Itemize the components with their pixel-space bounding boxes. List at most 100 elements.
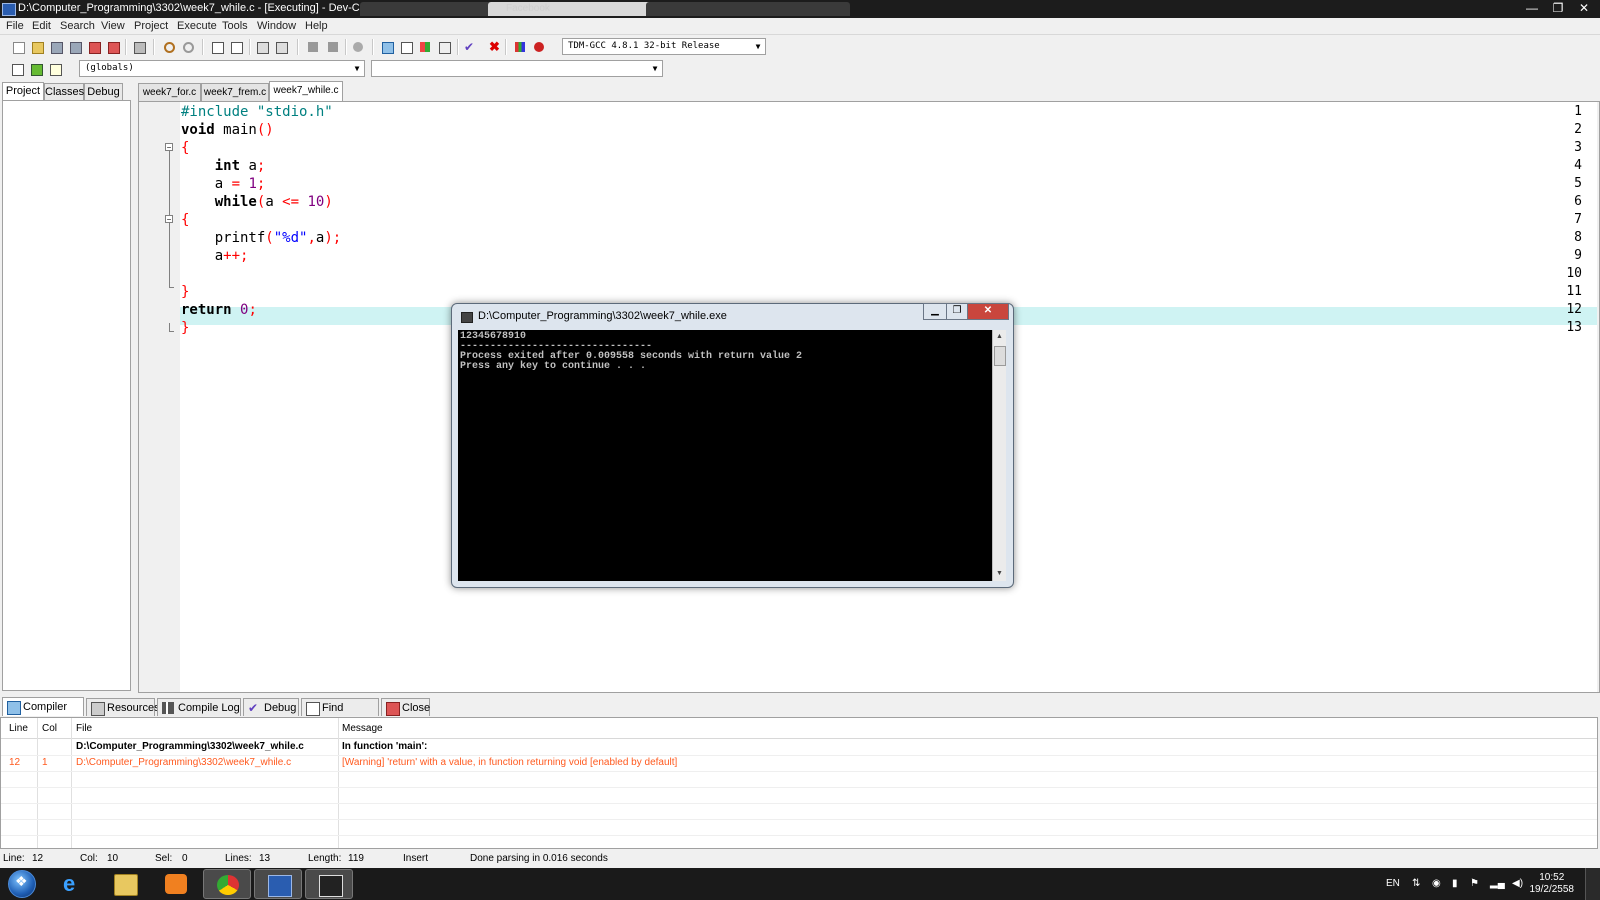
start-button[interactable] <box>3 869 41 899</box>
menu-window[interactable]: Window <box>257 20 296 32</box>
taskbar-media-player[interactable] <box>152 869 200 899</box>
next-icon[interactable] <box>325 39 341 54</box>
close-button[interactable]: ✕ <box>1572 0 1596 16</box>
tab-close[interactable]: Close <box>381 698 430 716</box>
menu-tools[interactable]: Tools <box>222 20 248 32</box>
redo-icon[interactable] <box>180 39 196 54</box>
print-icon[interactable] <box>131 39 147 54</box>
language-indicator[interactable]: EN <box>1386 878 1400 889</box>
stop-execution-icon[interactable]: ✖ <box>486 39 502 54</box>
fold-toggle-icon[interactable]: − <box>165 215 173 224</box>
scope-select[interactable]: (globals) ▼ <box>79 60 365 77</box>
undo-icon[interactable] <box>161 39 177 54</box>
background-tab[interactable] <box>360 2 498 16</box>
project-tree[interactable] <box>2 100 131 691</box>
tab-debug-output[interactable]: ✔ Debug <box>243 698 299 716</box>
tab-compile-log[interactable]: Compile Log <box>157 698 241 716</box>
menu-help[interactable]: Help <box>305 20 328 32</box>
tray-volume-icon[interactable]: ◀) <box>1512 878 1523 889</box>
toggle-comment-icon[interactable] <box>350 39 366 54</box>
column-header-line[interactable]: Line <box>9 723 28 734</box>
minimize-button[interactable]: — <box>1520 0 1544 16</box>
scroll-down-icon[interactable]: ▼ <box>993 567 1006 581</box>
console-output-area[interactable]: 12345678910 ----------------------------… <box>458 330 1006 581</box>
tab-compiler[interactable]: Compiler (2) <box>2 697 84 731</box>
menu-search[interactable]: Search <box>60 20 95 32</box>
compiler-messages-table[interactable]: Line Col File Message D:\Computer_Progra… <box>0 717 1598 849</box>
tab-resources[interactable]: Resources <box>86 698 160 716</box>
check-syntax-icon[interactable]: ✔ <box>461 39 477 54</box>
bookmark-icon[interactable] <box>47 61 63 76</box>
taskbar-internet-explorer[interactable]: e <box>50 869 98 899</box>
console-maximize-button[interactable]: ❐ <box>946 303 968 320</box>
insert-icon[interactable] <box>28 61 44 76</box>
console-close-button[interactable]: ✕ <box>967 303 1009 320</box>
tab-debug[interactable]: Debug <box>84 83 123 100</box>
table-row[interactable]: 12 1 D:\Computer_Programming\3302\week7_… <box>1 755 1597 772</box>
indent-icon[interactable] <box>254 39 270 54</box>
new-file-icon[interactable] <box>10 39 26 54</box>
secondary-toolbar: (globals) ▼ ▼ <box>0 57 1600 80</box>
close-file-icon[interactable] <box>86 39 102 54</box>
fold-toggle-icon[interactable]: − <box>165 143 173 152</box>
column-header-file[interactable]: File <box>76 723 92 734</box>
menu-view[interactable]: View <box>101 20 125 32</box>
line-number: 8 <box>1574 230 1582 245</box>
compiler-select[interactable]: TDM-GCC 4.8.1 32-bit Release ▼ <box>562 38 766 55</box>
tray-antivirus-icon[interactable]: ◉ <box>1432 878 1441 889</box>
close-all-icon[interactable] <box>105 39 121 54</box>
menu-edit[interactable]: Edit <box>32 20 51 32</box>
prev-icon[interactable] <box>305 39 321 54</box>
taskbar-console[interactable] <box>305 869 353 899</box>
new-project-icon[interactable] <box>379 39 395 54</box>
taskbar-file-explorer[interactable] <box>101 869 149 899</box>
project-options-icon[interactable] <box>398 39 414 54</box>
tray-signal-icon[interactable]: ▂▄ <box>1490 878 1505 889</box>
goto-icon[interactable] <box>9 61 25 76</box>
profile-chart-icon[interactable] <box>512 39 528 54</box>
function-select[interactable]: ▼ <box>371 60 663 77</box>
console-window[interactable]: D:\Computer_Programming\3302\week7_while… <box>451 303 1014 588</box>
taskbar-dev-cpp[interactable] <box>254 869 302 899</box>
editor-tab-week7-while[interactable]: week7_while.c <box>269 81 343 101</box>
menu-file[interactable]: File <box>6 20 24 32</box>
background-tab[interactable] <box>812 2 850 16</box>
unindent-icon[interactable] <box>273 39 289 54</box>
tab-project[interactable]: Project <box>2 82 44 100</box>
replace-icon[interactable] <box>228 39 244 54</box>
find-icon[interactable] <box>209 39 225 54</box>
menu-execute[interactable]: Execute <box>177 20 217 32</box>
save-all-icon[interactable] <box>67 39 83 54</box>
scroll-thumb[interactable] <box>994 346 1006 366</box>
line-number: 9 <box>1574 248 1582 263</box>
background-tab-facebook[interactable]: Facebook <box>488 2 656 16</box>
tab-classes[interactable]: Classes <box>44 83 84 100</box>
column-header-col[interactable]: Col <box>42 723 57 734</box>
open-file-icon[interactable] <box>29 39 45 54</box>
show-desktop-button[interactable] <box>1585 868 1600 900</box>
taskbar-chrome[interactable] <box>203 869 251 899</box>
scroll-up-icon[interactable]: ▲ <box>993 330 1006 344</box>
system-clock[interactable]: 10:52 19/2/2558 <box>1530 872 1575 896</box>
layout-icon[interactable] <box>436 39 452 54</box>
tray-network-icon[interactable]: ⇅ <box>1412 878 1420 889</box>
save-icon[interactable] <box>48 39 64 54</box>
main-toolbar: ✔ ✖ TDM-GCC 4.8.1 32-bit Release ▼ <box>0 34 1600 58</box>
menu-project[interactable]: Project <box>134 20 168 32</box>
tray-battery-icon[interactable]: ▮ <box>1452 878 1458 889</box>
editor-tab-week7-for[interactable]: week7_for.c <box>138 83 201 101</box>
console-scrollbar[interactable]: ▲ ▼ <box>992 330 1006 581</box>
class-browser-icon[interactable] <box>417 39 433 54</box>
menu-bar: File Edit Search View Project Execute To… <box>0 18 1600 34</box>
tray-flag-icon[interactable]: ⚑ <box>1470 878 1479 889</box>
background-tab[interactable] <box>646 2 824 16</box>
maximize-button[interactable]: ❐ <box>1546 0 1570 16</box>
editor-tab-week7-frem[interactable]: week7_frem.c <box>201 83 269 101</box>
status-line: 12 <box>32 853 44 864</box>
debug-bug-icon[interactable] <box>531 39 547 54</box>
console-minimize-button[interactable]: ▁ <box>923 303 947 320</box>
table-row[interactable]: D:\Computer_Programming\3302\week7_while… <box>1 739 1597 756</box>
column-header-message[interactable]: Message <box>342 723 383 734</box>
tab-find-results[interactable]: Find Results <box>301 698 379 732</box>
status-col-label: Col: <box>80 853 98 864</box>
